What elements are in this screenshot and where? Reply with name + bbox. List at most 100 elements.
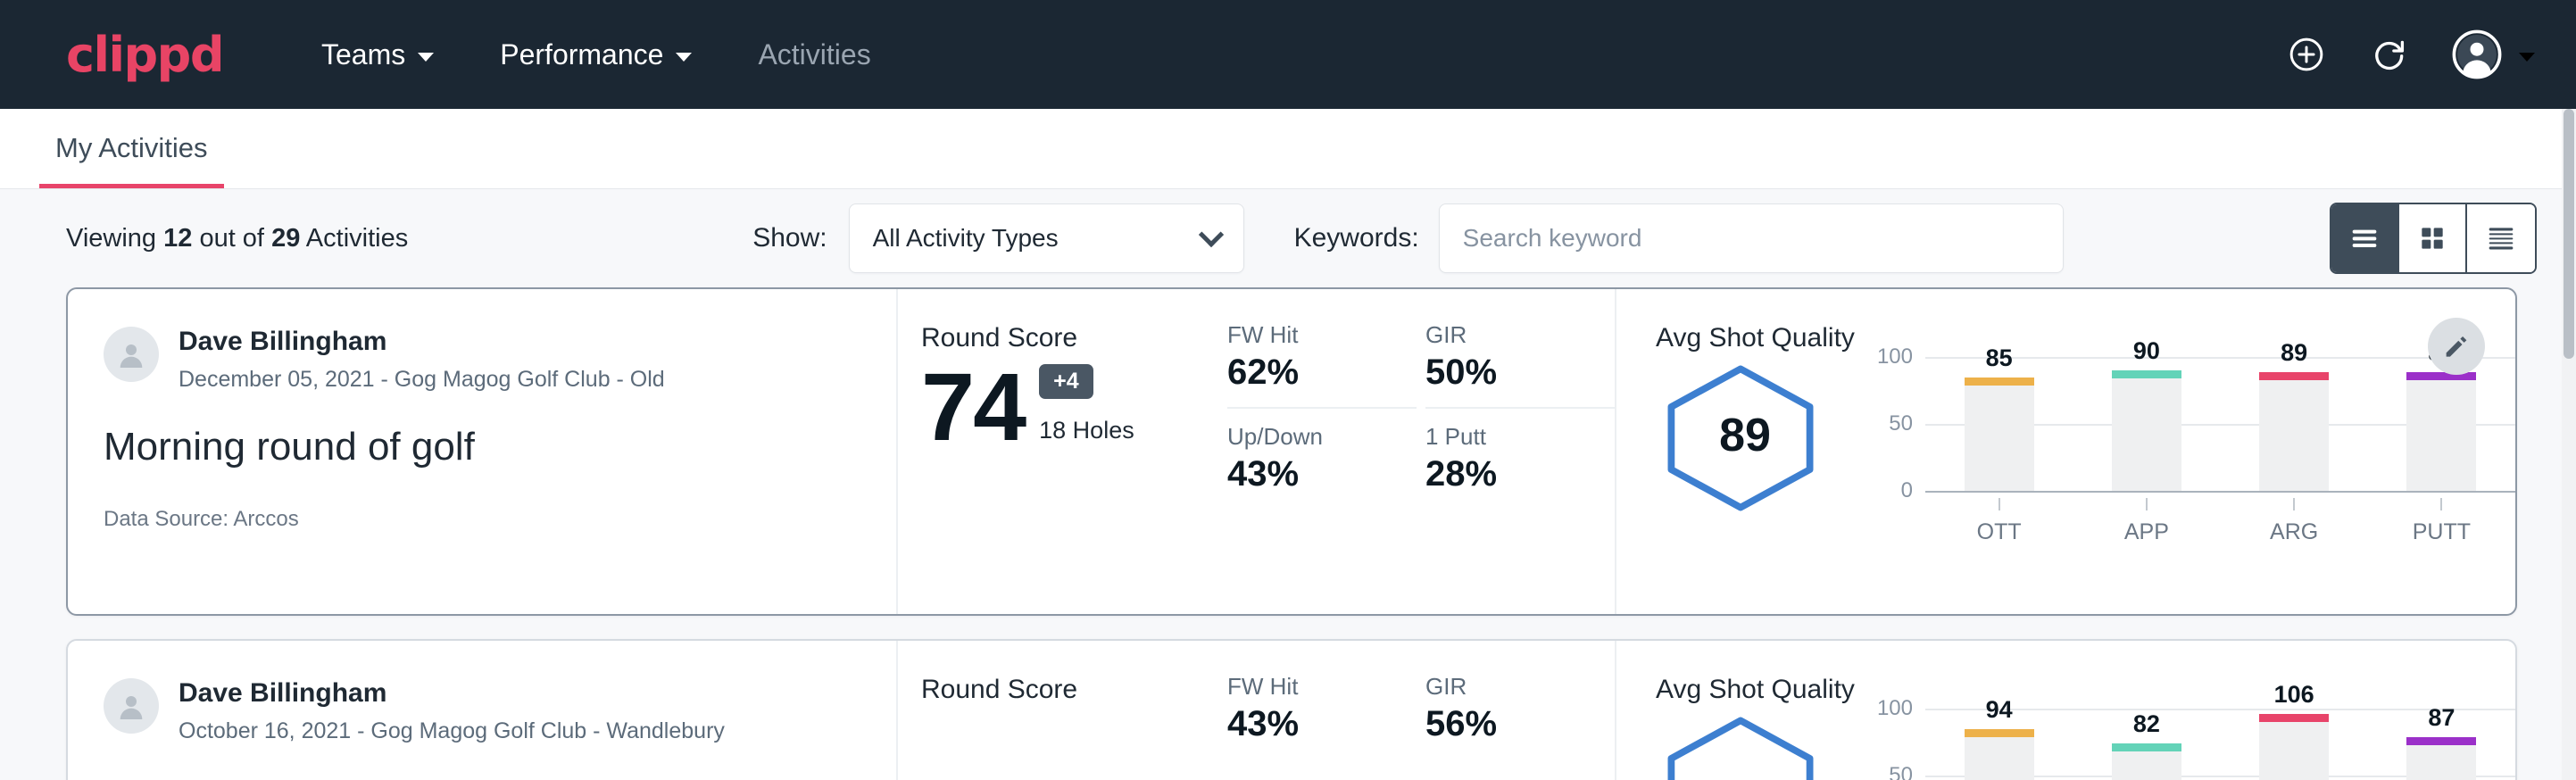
- grid-view-button[interactable]: [2399, 204, 2467, 272]
- bar-cap: [2259, 714, 2329, 722]
- clippd-logo[interactable]: clippd: [66, 27, 223, 83]
- activities-list: Dave Billingham December 05, 2021 - Gog …: [0, 287, 2576, 780]
- bar-value: 87: [2428, 704, 2455, 732]
- activity-meta: December 05, 2021 - Gog Magog Golf Club …: [179, 367, 665, 393]
- chart-bars: 94 82: [1925, 709, 2515, 780]
- tab-my-activities[interactable]: My Activities: [39, 132, 224, 188]
- activity-type-select[interactable]: All Activity Types: [849, 203, 1244, 273]
- nav-item-activities[interactable]: Activities: [758, 38, 870, 71]
- bar-arg: 89: [2221, 357, 2368, 491]
- nav-item-activities-label: Activities: [758, 38, 870, 71]
- chart-bars: 85 90: [1925, 357, 2515, 491]
- bar-app: 90: [2073, 357, 2220, 491]
- stats-column: FW Hit 62% GIR 50% Up/Down 43% 1 Putt 28…: [1206, 289, 1616, 614]
- bar-body: 87: [2406, 737, 2476, 780]
- plus-circle-icon[interactable]: [2287, 35, 2326, 74]
- stat-gir: GIR 50%: [1425, 321, 1615, 409]
- pencil-icon: [2441, 331, 2472, 361]
- chart-x-axis: OTT APP ARG PUTT: [1925, 498, 2515, 545]
- bar-body: 106: [2259, 714, 2329, 780]
- activity-card[interactable]: Dave Billingham December 05, 2021 - Gog …: [66, 287, 2517, 616]
- bar-ott: 85: [1925, 357, 2073, 491]
- activity-info-column: Dave Billingham December 05, 2021 - Gog …: [68, 289, 898, 614]
- y-axis-tick: 100: [1877, 696, 1913, 721]
- show-label: Show:: [752, 223, 827, 253]
- viewing-total: 29: [271, 224, 300, 253]
- account-menu[interactable]: [2451, 29, 2535, 80]
- account-avatar-icon: [2451, 29, 2503, 80]
- shot-quality-bar-chart: 100 50 0 85: [1861, 357, 2515, 535]
- detail-view-button[interactable]: [2467, 204, 2535, 272]
- shot-quality-bar-chart: 100 50 0 94: [1861, 709, 2515, 780]
- page-scrollbar[interactable]: [2562, 109, 2576, 780]
- activity-info-column: Dave Billingham October 16, 2021 - Gog M…: [68, 641, 898, 780]
- nav-item-teams-label: Teams: [321, 38, 405, 71]
- chart-plot-area: 100 50 0 85: [1925, 357, 2515, 491]
- refresh-icon[interactable]: [2369, 35, 2408, 74]
- tick-mark: [2146, 498, 2148, 510]
- y-axis-tick: 50: [1889, 411, 1913, 436]
- activity-card[interactable]: Dave Billingham October 16, 2021 - Gog M…: [66, 639, 2517, 780]
- stat-label: 1 Putt: [1425, 423, 1584, 451]
- avatar: [104, 678, 159, 734]
- grid-view-icon: [2414, 220, 2450, 256]
- bar-body: 89: [2259, 372, 2329, 492]
- round-score-column: Round Score 74 +4 18 Holes: [898, 289, 1206, 614]
- stat-value: 43%: [1227, 454, 1386, 494]
- avg-shot-quality-column: Avg Shot Quality 100 50: [1616, 641, 2515, 780]
- stats-column: FW Hit 43% GIR 56%: [1206, 641, 1616, 780]
- x-axis-tick-label: APP: [2124, 519, 2169, 544]
- avg-shot-quality-column: Avg Shot Quality 89 100 50: [1616, 289, 2515, 614]
- nav-actions: [2287, 29, 2535, 80]
- avg-shot-quality-body: 100 50 0 94: [1656, 709, 2515, 780]
- bar-body: 85: [1965, 378, 2034, 492]
- chevron-down-icon: [418, 53, 434, 62]
- activity-data-source: Data Source: Arccos: [104, 507, 896, 532]
- bar-value: 82: [2133, 710, 2160, 738]
- avg-shot-quality-label: Avg Shot Quality: [1656, 675, 2515, 705]
- chevron-down-icon: [676, 53, 692, 62]
- bar-cap: [1965, 729, 2034, 737]
- person-icon: [113, 688, 149, 724]
- x-axis-tick-ott: OTT: [1925, 498, 2073, 545]
- avg-shot-quality-value: 89: [1656, 409, 1834, 462]
- tab-bar: My Activities: [0, 109, 2576, 189]
- stats-grid: FW Hit 43% GIR 56%: [1227, 673, 1615, 744]
- bar-value: 89: [2281, 339, 2307, 367]
- scrollbar-thumb[interactable]: [2564, 109, 2574, 359]
- activity-title: Morning round of golf: [104, 425, 896, 469]
- bar-body: 82: [2112, 743, 2181, 780]
- x-axis-tick-label: ARG: [2270, 519, 2318, 544]
- viewing-prefix: Viewing: [66, 224, 156, 253]
- stat-value: 28%: [1425, 454, 1584, 494]
- chevron-down-icon: [1198, 222, 1223, 247]
- bar-ott: 94: [1925, 709, 2073, 780]
- stat-label: Up/Down: [1227, 423, 1386, 451]
- list-view-icon: [2347, 220, 2382, 256]
- bar-body: 89: [2406, 372, 2476, 492]
- stat-gir: GIR 56%: [1425, 673, 1615, 744]
- detail-view-icon: [2483, 220, 2519, 256]
- bar-value: 90: [2133, 337, 2160, 365]
- activity-user: Dave Billingham December 05, 2021 - Gog …: [104, 327, 896, 393]
- nav-item-performance[interactable]: Performance: [500, 38, 692, 71]
- avg-shot-quality-body: 89 100 50 0: [1656, 357, 2515, 535]
- search-input[interactable]: [1439, 203, 2064, 273]
- y-axis-tick: 100: [1877, 344, 1913, 369]
- viewing-count: 12: [163, 224, 192, 253]
- tick-mark: [2440, 498, 2442, 510]
- bar-cap: [2112, 370, 2181, 378]
- edit-activity-button[interactable]: [2428, 318, 2485, 375]
- stat-label: FW Hit: [1227, 673, 1386, 701]
- avg-shot-quality-label: Avg Shot Quality: [1656, 323, 2515, 353]
- viewing-count-text: Viewing 12 out of 29 Activities: [66, 224, 408, 253]
- stat-label: GIR: [1425, 321, 1584, 349]
- stat-value: 50%: [1425, 353, 1584, 393]
- nav-item-teams[interactable]: Teams: [321, 38, 434, 71]
- y-axis-tick: 50: [1889, 763, 1913, 780]
- stat-label: FW Hit: [1227, 321, 1386, 349]
- bar-body: 90: [2112, 370, 2181, 491]
- list-view-button[interactable]: [2331, 204, 2399, 272]
- main-nav: Teams Performance Activities: [321, 38, 2287, 71]
- round-score-value: 74: [921, 359, 1025, 455]
